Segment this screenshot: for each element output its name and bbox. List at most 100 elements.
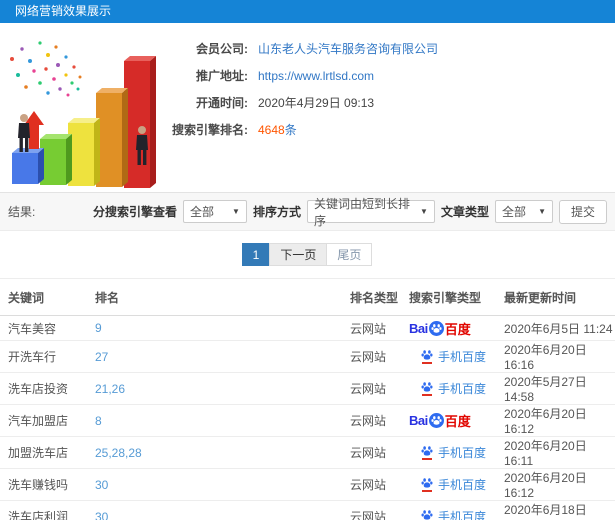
header-engine-type: 搜索引擎类型 — [401, 278, 496, 316]
chevron-down-icon: ▼ — [420, 207, 428, 216]
header-update-time: 最新更新时间 — [496, 278, 615, 316]
rank-type-cell: 云网站 — [342, 315, 401, 341]
update-time-cell: 2020年6月20日 16:11 — [496, 436, 615, 469]
next-page-button[interactable]: 下一页 — [269, 243, 328, 266]
engine-type-cell: 手机百度 — [401, 372, 496, 405]
bar-yellow — [68, 118, 100, 186]
open-time-label: 开通时间: — [196, 96, 248, 110]
baidu-logo-cn: 百度 — [444, 321, 471, 337]
mobile-baidu-label: 手机百度 — [438, 510, 487, 520]
update-time-cell: 2020年6月20日 16:16 — [496, 340, 615, 373]
keyword-cell: 洗车赚钱吗 — [0, 468, 87, 501]
summary-section: 会员公司: 山东老人头汽车服务咨询有限公司 推广地址: https://www.… — [0, 23, 615, 192]
mobile-baidu-label: 手机百度 — [438, 350, 487, 364]
header-keyword: 关键词 — [0, 278, 87, 316]
engine-filter-value: 全部 — [189, 205, 214, 219]
baidu-logo-bai: Bai — [409, 413, 428, 428]
update-time-cell: 2020年6月20日 16:12 — [496, 468, 615, 501]
rank-cell: 21,26 — [87, 372, 342, 405]
mobile-baidu-paw-icon — [421, 477, 433, 492]
bar-green — [40, 134, 72, 185]
engine-type-cell: Bai 百度 — [401, 404, 496, 437]
mobile-baidu-paw-icon — [421, 381, 433, 396]
rank-cell: 30 — [87, 468, 342, 501]
engine-type-cell: 手机百度 — [401, 340, 496, 373]
mobile-baidu-logo: 手机百度 — [421, 348, 486, 365]
table-row: 汽车美容 9 云网站 Bai 百度 2020年6月5日 11:24 — [0, 315, 615, 341]
page-button-1[interactable]: 1 — [241, 243, 271, 266]
mobile-baidu-logo: 手机百度 — [421, 508, 486, 520]
chevron-down-icon: ▼ — [538, 207, 546, 216]
mobile-baidu-paw-icon — [421, 445, 433, 460]
rank-type-cell: 云网站 — [342, 468, 401, 501]
rank-type-cell: 云网站 — [342, 372, 401, 405]
mobile-baidu-underline — [422, 458, 432, 460]
results-table: 关键词 排名 排名类型 搜索引擎类型 最新更新时间 汽车美容 9 云网站 Bai… — [0, 278, 615, 520]
rank-cell: 25,28,28 — [87, 436, 342, 469]
rank-cell: 9 — [87, 315, 342, 341]
update-time-cell: 2020年6月20日 16:12 — [496, 404, 615, 437]
table-row: 加盟洗车店 25,28,28 云网站 手机百度 2020年6月20日 16:11 — [0, 436, 615, 469]
page-title: 网络营销效果展示 — [15, 4, 112, 18]
update-time-cell: 2020年6月5日 11:24 — [496, 315, 615, 341]
mobile-baidu-logo: 手机百度 — [421, 476, 486, 493]
results-table-section: 关键词 排名 排名类型 搜索引擎类型 最新更新时间 汽车美容 9 云网站 Bai… — [0, 278, 615, 520]
baidu-logo: Bai 百度 — [409, 411, 471, 430]
keyword-cell: 开洗车行 — [0, 340, 87, 373]
rank-count-number: 4648 — [258, 123, 285, 137]
company-link[interactable]: 山东老人头汽车服务咨询有限公司 — [258, 40, 438, 57]
rank-type-cell: 云网站 — [342, 404, 401, 437]
sort-filter-select[interactable]: 关键词由短到长排序 ▼ — [306, 197, 435, 228]
submit-button[interactable]: 提交 — [558, 199, 607, 224]
baidu-paw-icon — [428, 413, 444, 428]
last-page-button[interactable]: 尾页 — [326, 243, 373, 266]
rank-count-suffix: 条 — [284, 123, 297, 137]
member-info: 会员公司: 山东老人头汽车服务咨询有限公司 推广地址: https://www.… — [160, 35, 438, 143]
keyword-cell: 洗车店利润 — [0, 500, 87, 520]
open-time-value: 2020年4月29日 09:13 — [258, 96, 375, 110]
mobile-baidu-label: 手机百度 — [438, 382, 487, 396]
baidu-logo-cn: 百度 — [444, 414, 471, 429]
rank-cell: 8 — [87, 404, 342, 437]
mobile-baidu-underline — [422, 362, 432, 364]
rank-count-label: 搜索引擎排名: — [172, 123, 248, 137]
rank-type-cell: 云网站 — [342, 340, 401, 373]
engine-filter-select[interactable]: 全部 ▼ — [182, 200, 247, 223]
table-row: 开洗车行 27 云网站 手机百度 2020年6月20日 16:16 — [0, 340, 615, 373]
pagination: 1 下一页 尾页 — [0, 231, 615, 278]
info-row-url: 推广地址: https://www.lrtlsd.com — [160, 62, 438, 89]
result-label: 结果: — [8, 205, 36, 219]
rank-cell: 27 — [87, 340, 342, 373]
engine-filter-label: 分搜索引擎查看 — [92, 205, 177, 219]
header-rank-type: 排名类型 — [342, 278, 401, 316]
rank-type-cell: 云网站 — [342, 500, 401, 520]
mobile-baidu-label: 手机百度 — [438, 478, 487, 492]
filter-controls: 分搜索引擎查看 全部 ▼ 排序方式 关键词由短到长排序 ▼ 文章类型 全部 ▼ … — [92, 197, 607, 228]
mobile-baidu-underline — [422, 394, 432, 396]
keyword-cell: 汽车美容 — [0, 315, 87, 341]
header-rank: 排名 — [87, 278, 342, 316]
company-label: 会员公司: — [196, 42, 248, 56]
mobile-baidu-logo: 手机百度 — [421, 380, 486, 397]
filter-bar: 结果: 分搜索引擎查看 全部 ▼ 排序方式 关键词由短到长排序 ▼ 文章类型 全… — [0, 192, 615, 231]
table-header-row: 关键词 排名 排名类型 搜索引擎类型 最新更新时间 — [0, 278, 615, 316]
promo-url-label: 推广地址: — [196, 69, 248, 83]
type-filter-label: 文章类型 — [440, 205, 489, 219]
bar-chart-illustration — [10, 41, 156, 188]
mobile-baidu-paw-icon — [421, 349, 433, 364]
mobile-baidu-logo: 手机百度 — [421, 444, 486, 461]
top-title-bar: 网络营销效果展示 — [0, 0, 615, 23]
sort-filter-label: 排序方式 — [252, 205, 301, 219]
chevron-down-icon: ▼ — [232, 207, 240, 216]
bar-orange — [96, 88, 128, 187]
keyword-cell: 洗车店投资 — [0, 372, 87, 405]
keyword-cell: 加盟洗车店 — [0, 436, 87, 469]
promo-url-link[interactable]: https://www.lrtlsd.com — [258, 69, 374, 83]
rank-cell: 30 — [87, 500, 342, 520]
engine-type-cell: 手机百度 — [401, 468, 496, 501]
type-filter-select[interactable]: 全部 ▼ — [494, 200, 553, 223]
sort-filter-value: 关键词由短到长排序 — [313, 196, 410, 228]
update-time-cell: 2020年5月27日 14:58 — [496, 372, 615, 405]
results-table-body: 汽车美容 9 云网站 Bai 百度 2020年6月5日 11:24 开洗车行 2… — [0, 315, 615, 520]
keyword-cell: 汽车加盟店 — [0, 404, 87, 437]
